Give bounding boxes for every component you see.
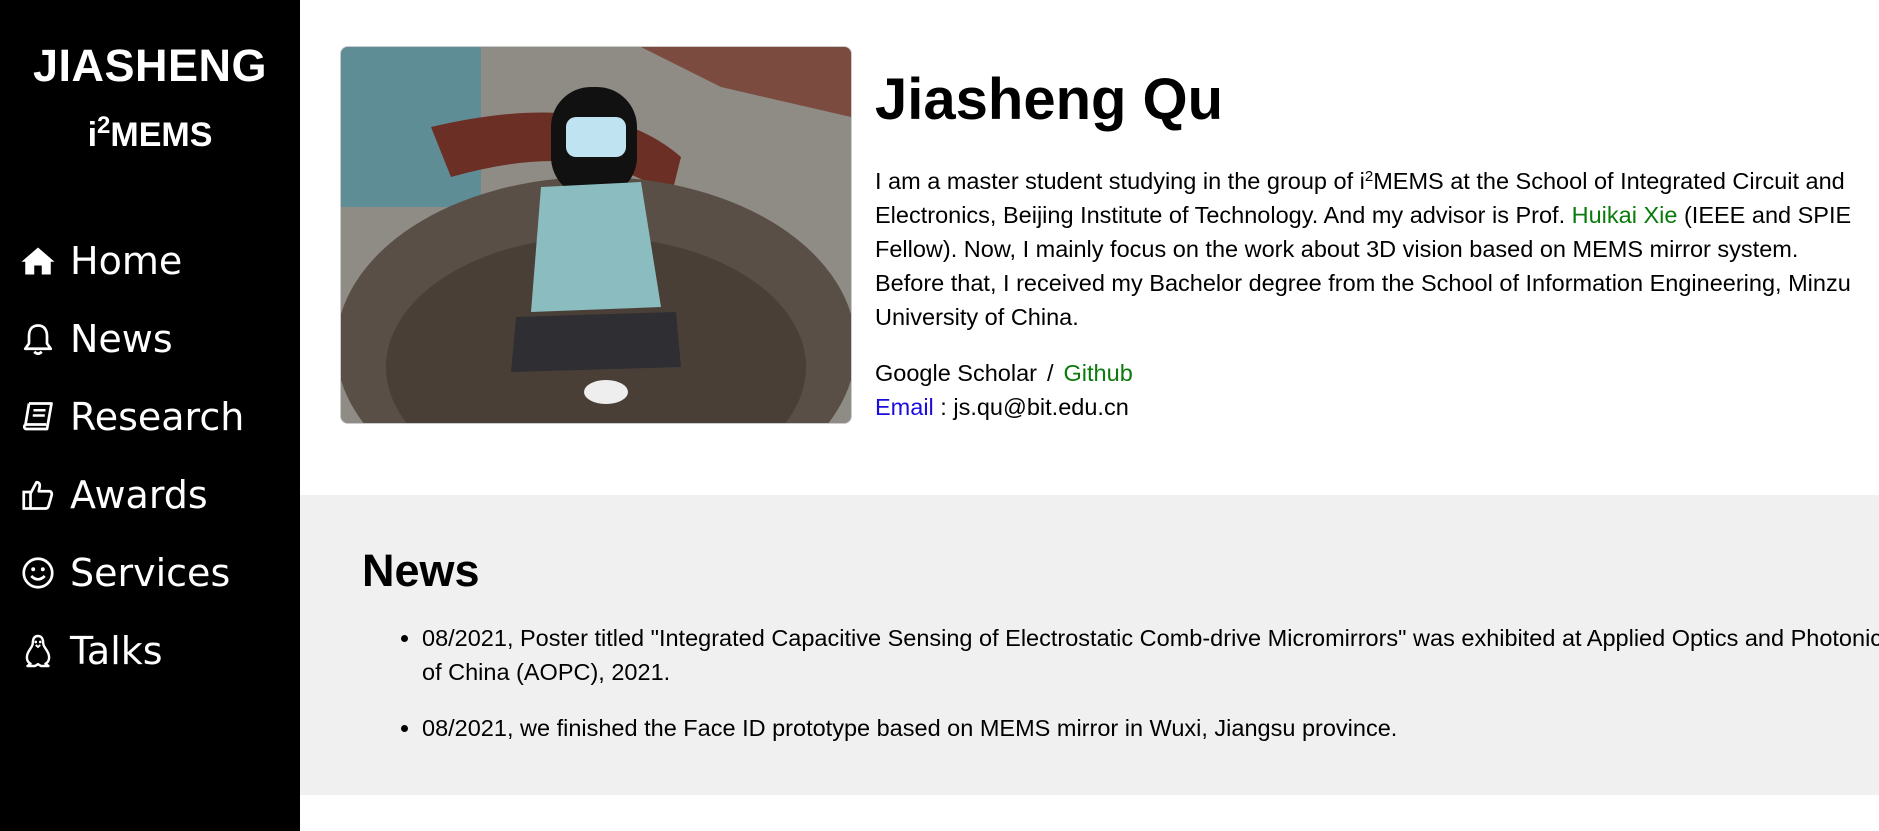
- sidebar-item-label: News: [70, 317, 173, 361]
- sidebar-item-research[interactable]: Research: [18, 378, 244, 456]
- sidebar-item-label: Services: [70, 551, 231, 595]
- news-title: News: [362, 545, 480, 596]
- brand-lab-sup: 2: [97, 112, 111, 139]
- advisor-link[interactable]: Huikai Xie: [1572, 202, 1678, 228]
- brand-lab: i2MEMS: [0, 114, 300, 155]
- brand-lab-suffix: MEMS: [110, 116, 213, 154]
- home-icon: [18, 241, 58, 281]
- sidebar-item-home[interactable]: Home: [18, 222, 244, 300]
- news-list: 08/2021, Poster titled "Integrated Capac…: [362, 621, 1879, 767]
- sidebar-item-talks[interactable]: Talks: [18, 612, 244, 690]
- github-link[interactable]: Github: [1064, 360, 1133, 386]
- email-link[interactable]: Email: [875, 394, 934, 420]
- smile-icon: [18, 553, 58, 593]
- bell-icon: [18, 319, 58, 359]
- google-scholar-link[interactable]: Google Scholar: [875, 360, 1037, 386]
- profile-bio: I am a master student studying in the gr…: [875, 164, 1855, 334]
- email-address: js.qu@bit.edu.cn: [953, 394, 1129, 420]
- sidebar-item-label: Home: [70, 239, 183, 283]
- sidebar-item-services[interactable]: Services: [18, 534, 244, 612]
- bio-text: I am a master student studying in the gr…: [875, 168, 1365, 194]
- news-item: 08/2021, Poster titled "Integrated Capac…: [422, 621, 1879, 689]
- penguin-icon: [18, 631, 58, 671]
- profile-name: Jiasheng Qu: [875, 67, 1224, 132]
- sidebar-item-label: Awards: [70, 473, 208, 517]
- sidebar: JIASHENG i2MEMS Home News Research Award…: [0, 0, 300, 831]
- sidebar-nav: Home News Research Awards Services Talks: [18, 222, 244, 690]
- sidebar-item-news[interactable]: News: [18, 300, 244, 378]
- sidebar-item-label: Talks: [70, 629, 163, 673]
- bio-sup: 2: [1364, 168, 1374, 185]
- profile-links: Google Scholar / Github Email : js.qu@bit.…: [875, 356, 1133, 424]
- email-separator: :: [933, 394, 954, 420]
- news-item: 08/2021, we finished the Face ID prototy…: [422, 711, 1879, 745]
- brand-lab-prefix: i: [87, 116, 98, 154]
- sidebar-item-awards[interactable]: Awards: [18, 456, 244, 534]
- brand-name[interactable]: JIASHENG: [0, 40, 300, 92]
- link-separator: /: [1047, 360, 1054, 386]
- book-icon: [18, 397, 58, 437]
- news-section: News 08/2021, Poster titled "Integrated …: [300, 495, 1879, 795]
- profile-photo: [340, 46, 852, 424]
- thumbs-up-icon: [18, 475, 58, 515]
- sidebar-item-label: Research: [70, 395, 245, 439]
